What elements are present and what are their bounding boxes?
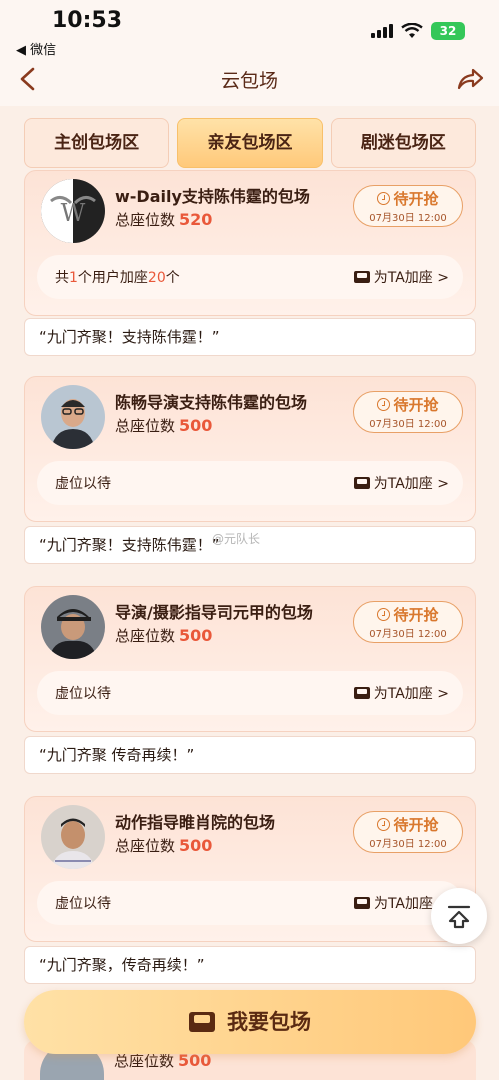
seat-total: 总座位数 500: [115, 625, 212, 646]
nav-bar: 云包场: [0, 56, 499, 106]
card-title: 动作指导睢肖院的包场: [115, 813, 276, 832]
seat-label: 总座位数: [115, 627, 176, 645]
avatar: [41, 805, 105, 869]
clock-icon: [377, 608, 391, 621]
status-icons: 32: [371, 22, 465, 40]
user-count: 1: [69, 270, 78, 286]
arrow-up-icon: [447, 905, 471, 929]
seat-count: 500: [179, 626, 213, 645]
seat-label: 总座位数: [115, 837, 176, 855]
sofa-icon: [353, 271, 370, 283]
book-venue-button[interactable]: 我要包场: [24, 990, 476, 1054]
tab-creator-zone[interactable]: 主创包场区: [24, 118, 170, 168]
avatar: W: [41, 179, 105, 243]
cta-label: 我要包场: [227, 1010, 311, 1034]
start-date: 07月30日 12:00: [369, 629, 447, 640]
status-label: 待开抢: [393, 396, 439, 414]
zone-tabs: 主创包场区 亲友包场区 剧迷包场区: [24, 118, 476, 168]
info-row: 虚位以待 为TA加座 >: [37, 671, 463, 715]
add-seat-button[interactable]: 为TA加座: [353, 893, 433, 913]
seat-count: 500: [179, 416, 213, 435]
add-seat-button[interactable]: 为TA加座 >: [353, 473, 449, 493]
seat-label: 总座位数: [115, 211, 176, 229]
start-date: 07月30日 12:00: [369, 839, 447, 850]
card-title: 导演/摄影指导司元甲的包场: [115, 603, 313, 622]
sofa-icon: [353, 897, 370, 909]
add-seat-label: 为TA加座 >: [373, 270, 449, 286]
share-icon[interactable]: [455, 64, 485, 94]
info-row: 共1个用户加座20个 为TA加座 >: [37, 255, 463, 299]
seat-total: 总座位数 520: [115, 209, 212, 230]
info-row: 虚位以待 为TA加座: [37, 881, 463, 925]
tab-friends-zone[interactable]: 亲友包场区: [177, 118, 323, 168]
seat-label: 总座位数: [115, 417, 176, 435]
card-title: 陈畅导演支持陈伟霆的包场: [115, 393, 308, 412]
info-text: 虚位以待: [55, 686, 111, 702]
info-suffix: 个: [165, 270, 180, 286]
sofa-icon: [353, 687, 370, 699]
sofa-icon: [189, 1012, 215, 1032]
status-badge[interactable]: 待开抢 07月30日 12:00: [353, 811, 463, 853]
start-date: 07月30日 12:00: [369, 419, 447, 430]
info-text: 虚位以待: [55, 476, 111, 492]
seat-count: 520: [179, 210, 213, 229]
avatar: [41, 385, 105, 449]
start-date: 07月30日 12:00: [369, 213, 447, 224]
info-row: 虚位以待 为TA加座 >: [37, 461, 463, 505]
status-bar: 10:53 ◀ 微信 32: [0, 0, 499, 58]
seat-total: 总座位数 500: [115, 835, 212, 856]
seat-total: 总座位数 500: [115, 415, 212, 436]
status-label: 待开抢: [393, 190, 439, 208]
status-time: 10:53: [52, 8, 123, 33]
info-text: 虚位以待: [55, 896, 111, 912]
status-badge[interactable]: 待开抢 07月30日 12:00: [353, 391, 463, 433]
status-badge[interactable]: 待开抢 07月30日 12:00: [353, 185, 463, 227]
add-seat-button[interactable]: 为TA加座 >: [353, 683, 449, 703]
booking-card[interactable]: W w-Daily支持陈伟霆的包场 总座位数 520 待开抢 07月30日 12:…: [24, 170, 476, 316]
svg-text:W: W: [61, 199, 86, 227]
card-title: w-Daily支持陈伟霆的包场: [115, 187, 310, 206]
signal-icon: [371, 24, 393, 38]
status-label: 待开抢: [393, 606, 439, 624]
status-badge[interactable]: 待开抢 07月30日 12:00: [353, 601, 463, 643]
page-title: 云包场: [220, 70, 278, 92]
wifi-icon: [401, 23, 423, 38]
info-mid: 个用户加座: [77, 270, 148, 286]
quote-message: “九门齐聚，传奇再续！”: [24, 946, 476, 984]
booking-card[interactable]: 陈畅导演支持陈伟霆的包场 总座位数 500 待开抢 07月30日 12:00 虚位…: [24, 376, 476, 522]
avatar: [41, 595, 105, 659]
info-prefix: 共: [55, 270, 69, 286]
watermark: @元队长: [212, 532, 261, 546]
seat-count: 500: [179, 836, 213, 855]
add-seat-label: 为TA加座 >: [373, 686, 449, 702]
clock-icon: [377, 192, 391, 205]
clock-icon: [377, 398, 391, 411]
added-seat-count: 20: [147, 270, 166, 286]
add-seat-label: 为TA加座: [373, 896, 433, 912]
booking-card[interactable]: 动作指导睢肖院的包场 总座位数 500 待开抢 07月30日 12:00 虚位以待…: [24, 796, 476, 942]
clock-icon: [377, 818, 391, 831]
scroll-top-button[interactable]: [431, 888, 487, 944]
seat-label: 总座位数: [114, 1052, 175, 1070]
tab-fans-zone[interactable]: 剧迷包场区: [330, 118, 476, 168]
battery-icon: 32: [431, 22, 465, 40]
info-text: 共1个用户加座20个: [55, 267, 180, 287]
sofa-icon: [353, 477, 370, 489]
add-seat-label: 为TA加座 >: [373, 476, 449, 492]
quote-message: “九门齐聚！支持陈伟霆！”: [24, 318, 476, 356]
status-label: 待开抢: [393, 816, 439, 834]
quote-message: “九门齐聚 传奇再续！”: [24, 736, 476, 774]
add-seat-button[interactable]: 为TA加座 >: [353, 267, 449, 287]
booking-card[interactable]: 导演/摄影指导司元甲的包场 总座位数 500 待开抢 07月30日 12:00 虚…: [24, 586, 476, 732]
